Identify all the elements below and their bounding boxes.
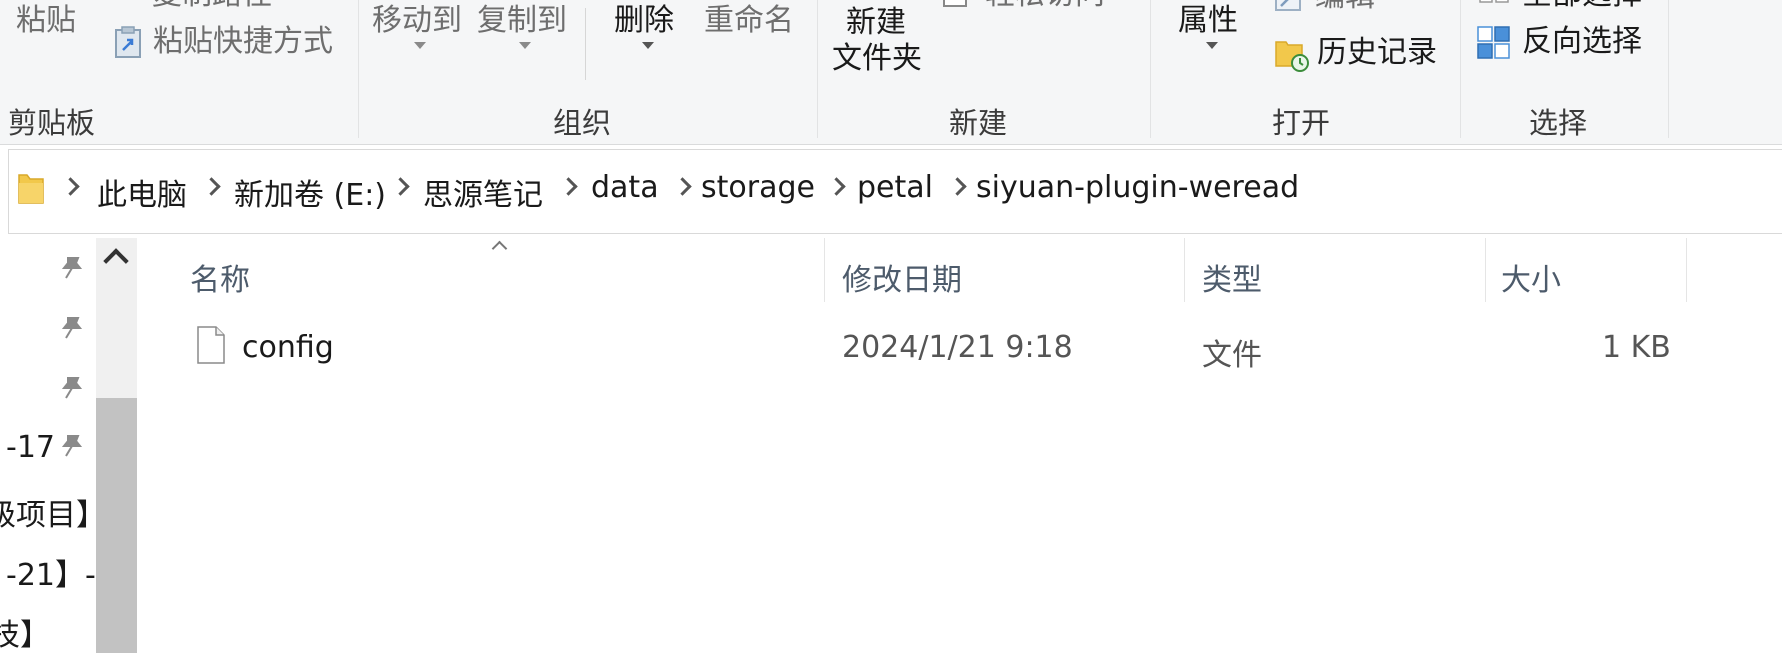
edit-button[interactable]: 编辑 xyxy=(1315,0,1375,12)
pin-icon[interactable] xyxy=(58,254,86,282)
column-divider[interactable] xyxy=(1485,238,1486,302)
file-name[interactable]: config xyxy=(242,330,334,365)
edit-icon xyxy=(1275,0,1303,18)
properties-button[interactable]: 属性 xyxy=(1178,6,1238,36)
group-divider xyxy=(1668,0,1669,138)
select-group-label: 选择 xyxy=(1529,106,1588,140)
easy-access-button[interactable]: 轻松访问 xyxy=(985,0,1105,10)
breadcrumb-chevron-icon[interactable] xyxy=(673,177,692,196)
rename-button[interactable]: 重命名 xyxy=(704,6,794,36)
new-folder-button-line2[interactable]: 文件夹 xyxy=(832,44,922,74)
nav-item[interactable]: 技】 xyxy=(0,610,50,654)
group-divider xyxy=(358,0,359,138)
pin-icon[interactable] xyxy=(58,432,86,460)
easy-access-icon xyxy=(942,0,970,12)
group-divider xyxy=(817,0,818,138)
file-icon xyxy=(197,326,225,364)
group-divider xyxy=(1460,0,1461,138)
select-all-button[interactable]: 全部选择 xyxy=(1522,0,1642,10)
breadcrumb-chevron-icon[interactable] xyxy=(61,177,80,196)
history-icon xyxy=(1274,36,1310,76)
breadcrumb-chevron-icon[interactable] xyxy=(202,177,221,196)
sort-ascending-icon xyxy=(491,240,508,257)
move-to-dropdown-icon xyxy=(414,42,426,49)
nav-item[interactable]: -21】- xyxy=(6,550,96,594)
ribbon: 粘贴 复制路径 粘贴快捷方式 剪贴板 移动到 复制到 删除 重命名 组织 新建 … xyxy=(0,0,1782,145)
clipboard-group-label: 剪贴板 xyxy=(8,106,96,140)
column-header-modified[interactable]: 修改日期 xyxy=(842,255,962,299)
copy-path-button[interactable]: 复制路径 xyxy=(152,0,272,10)
column-divider[interactable] xyxy=(1686,238,1687,302)
column-divider[interactable] xyxy=(1184,238,1185,302)
organize-divider xyxy=(585,8,586,80)
file-size: 1 KB xyxy=(1602,330,1671,365)
move-to-button[interactable]: 移动到 xyxy=(372,6,462,36)
properties-dropdown-icon xyxy=(1206,42,1218,49)
breadcrumb-petal[interactable]: petal xyxy=(857,170,933,205)
breadcrumb-siyuan-notes[interactable]: 思源笔记 xyxy=(423,170,543,214)
paste-button[interactable]: 粘贴 xyxy=(16,6,76,36)
paste-shortcut-button[interactable]: 粘贴快捷方式 xyxy=(153,27,333,57)
new-group-label: 新建 xyxy=(949,106,1008,140)
organize-group-label: 组织 xyxy=(553,106,612,140)
nav-item[interactable]: -17 xyxy=(6,430,55,465)
select-all-icon xyxy=(1478,0,1512,12)
column-divider[interactable] xyxy=(824,238,825,302)
nav-scrollbar-thumb[interactable] xyxy=(96,398,137,653)
address-bar[interactable]: 此电脑 新加卷 (E:) 思源笔记 data storage petal siy… xyxy=(8,149,1782,234)
breadcrumb-data[interactable]: data xyxy=(591,170,659,205)
delete-button[interactable]: 删除 xyxy=(614,6,674,36)
history-button[interactable]: 历史记录 xyxy=(1317,38,1437,68)
column-header-name[interactable]: 名称 xyxy=(190,255,250,299)
paste-shortcut-icon xyxy=(114,26,142,62)
column-header-type[interactable]: 类型 xyxy=(1202,255,1262,299)
copy-to-dropdown-icon xyxy=(519,42,531,49)
breadcrumb-siyuan-plugin-weread[interactable]: siyuan-plugin-weread xyxy=(976,170,1299,205)
folder-icon xyxy=(17,172,45,210)
group-divider xyxy=(1150,0,1151,138)
file-row[interactable]: config 2024/1/21 9:18 文件 1 KB xyxy=(180,318,1680,374)
breadcrumb-chevron-icon[interactable] xyxy=(559,177,578,196)
breadcrumb-storage[interactable]: storage xyxy=(701,170,815,205)
breadcrumb-chevron-icon[interactable] xyxy=(391,177,410,196)
file-modified: 2024/1/21 9:18 xyxy=(842,330,1073,365)
column-header-size[interactable]: 大小 xyxy=(1501,255,1561,299)
delete-dropdown-icon xyxy=(642,42,654,49)
open-group-label: 打开 xyxy=(1272,106,1331,140)
breadcrumb-chevron-icon[interactable] xyxy=(948,177,967,196)
pin-icon[interactable] xyxy=(58,374,86,402)
file-type: 文件 xyxy=(1202,338,1262,373)
nav-item[interactable]: 级项目】 xyxy=(0,490,106,534)
pin-icon[interactable] xyxy=(58,314,86,342)
breadcrumb-this-pc[interactable]: 此电脑 xyxy=(97,170,187,214)
invert-selection-button[interactable]: 反向选择 xyxy=(1522,27,1642,57)
breadcrumb-drive-e[interactable]: 新加卷 (E:) xyxy=(234,170,386,214)
breadcrumb-chevron-icon[interactable] xyxy=(827,177,846,196)
invert-selection-icon xyxy=(1477,26,1511,64)
copy-to-button[interactable]: 复制到 xyxy=(477,6,567,36)
new-folder-button-line1[interactable]: 新建 xyxy=(846,8,906,38)
